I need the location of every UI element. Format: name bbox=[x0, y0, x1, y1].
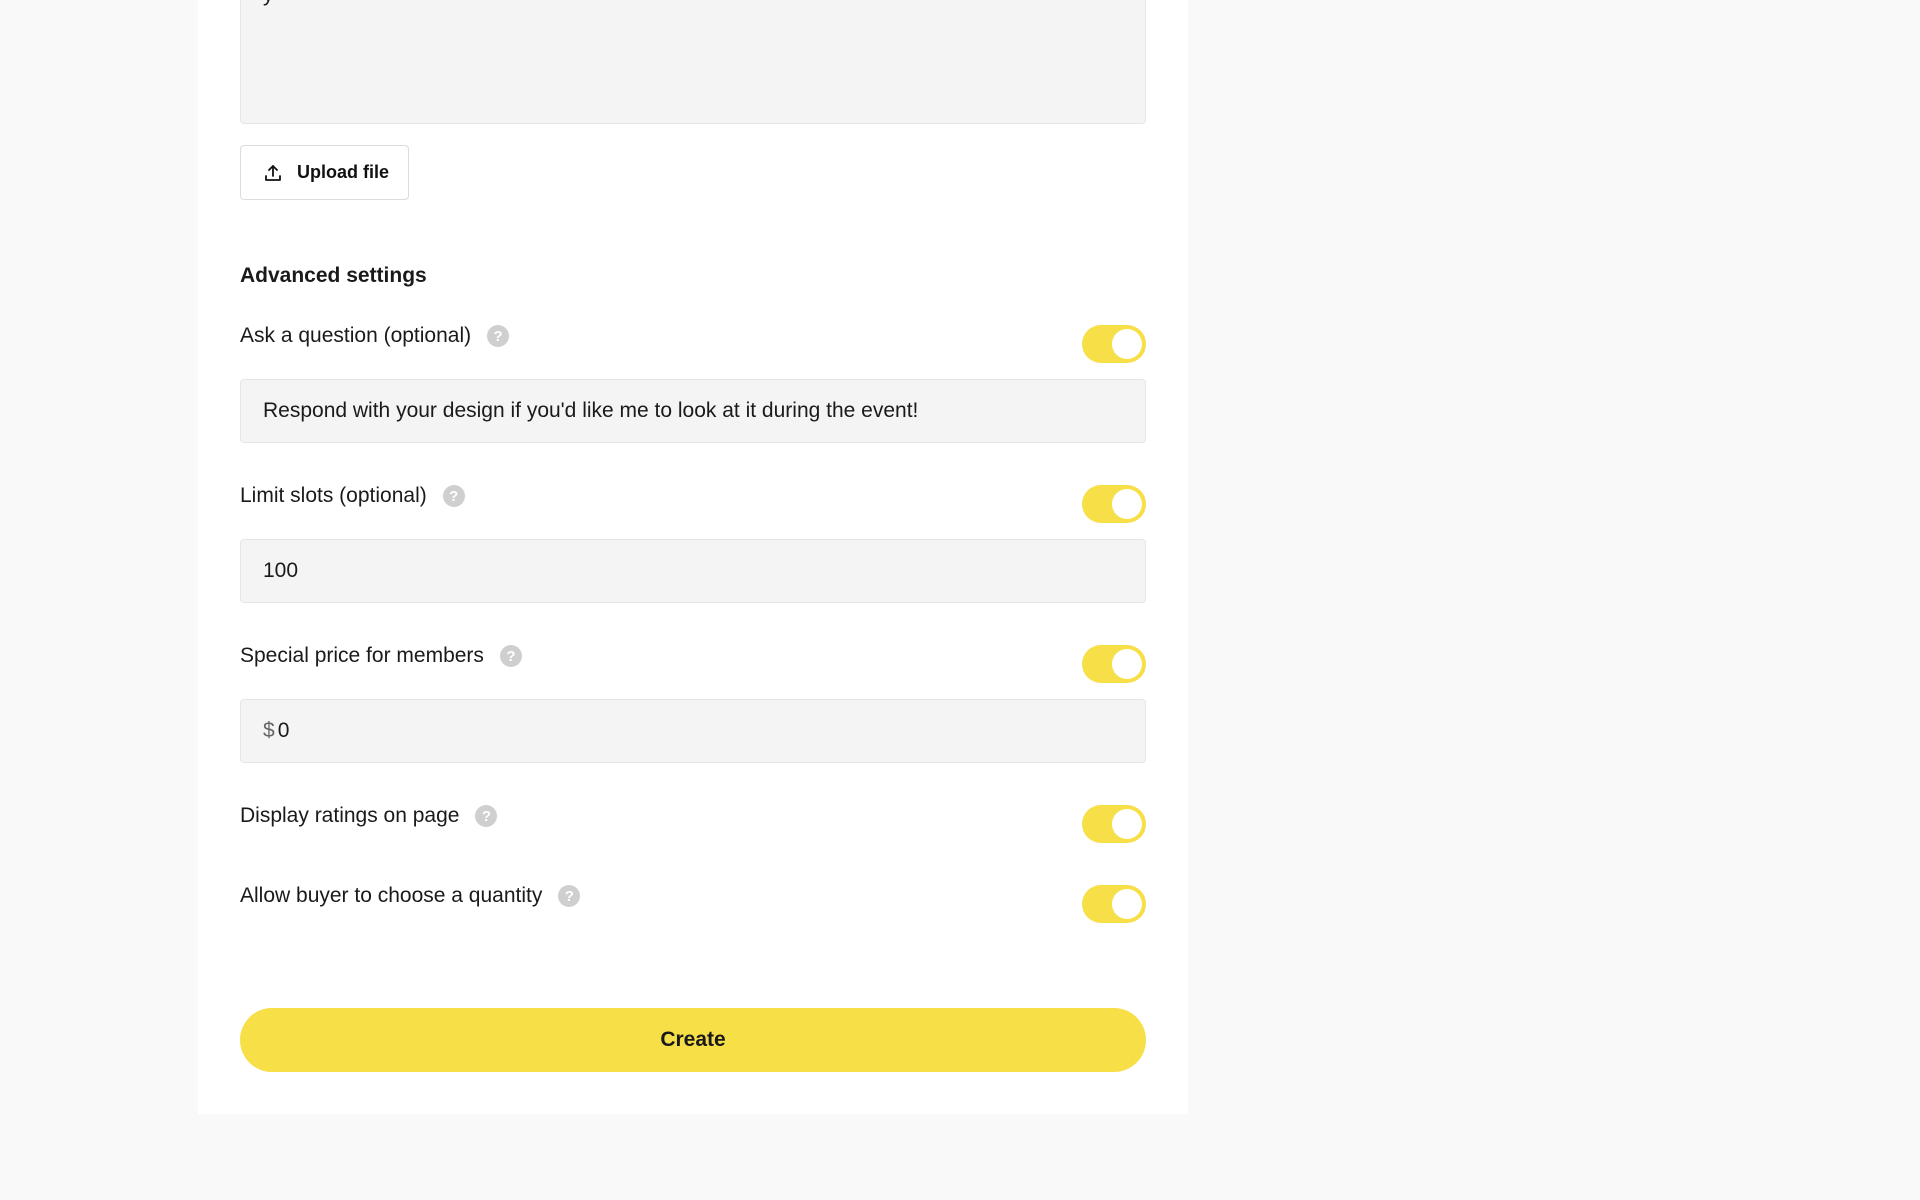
display-ratings-label: Display ratings on page bbox=[240, 804, 460, 827]
description-textarea[interactable]: y bbox=[240, 0, 1146, 124]
ask-question-row: Ask a question (optional) ? bbox=[240, 321, 510, 351]
special-price-toggle[interactable] bbox=[1082, 645, 1146, 683]
allow-quantity-label: Allow buyer to choose a quantity bbox=[240, 884, 543, 907]
help-icon[interactable]: ? bbox=[499, 645, 522, 667]
ask-question-toggle[interactable] bbox=[1082, 325, 1146, 363]
help-icon[interactable]: ? bbox=[487, 325, 510, 347]
toggle-knob bbox=[1112, 649, 1142, 679]
toggle-knob bbox=[1112, 489, 1142, 519]
limit-slots-toggle[interactable] bbox=[1082, 485, 1146, 523]
form-panel: y Upload file Advanced settings Ask a qu… bbox=[198, 0, 1188, 1114]
limit-slots-label: Limit slots (optional) bbox=[240, 484, 427, 507]
toggle-knob bbox=[1112, 889, 1142, 919]
limit-slots-row: Limit slots (optional) ? bbox=[240, 481, 465, 511]
allow-quantity-toggle[interactable] bbox=[1082, 885, 1146, 923]
upload-file-button[interactable]: Upload file bbox=[240, 145, 409, 200]
ask-question-label: Ask a question (optional) bbox=[240, 324, 472, 347]
create-button[interactable]: Create bbox=[240, 1008, 1146, 1072]
special-price-label: Special price for members bbox=[240, 644, 484, 667]
ask-question-input[interactable]: Respond with your design if you'd like m… bbox=[240, 379, 1146, 443]
help-icon[interactable]: ? bbox=[442, 485, 465, 507]
limit-slots-input[interactable]: 100 bbox=[240, 539, 1146, 603]
currency-prefix: $ bbox=[263, 719, 275, 742]
description-text: y bbox=[263, 0, 274, 7]
help-icon[interactable]: ? bbox=[558, 885, 581, 907]
upload-icon bbox=[265, 164, 281, 181]
special-price-value: 0 bbox=[277, 719, 290, 742]
display-ratings-toggle[interactable] bbox=[1082, 805, 1146, 843]
display-ratings-row: Display ratings on page ? bbox=[240, 801, 498, 831]
advanced-settings-heading: Advanced settings bbox=[240, 264, 427, 287]
special-price-input[interactable]: $ 0 bbox=[240, 699, 1146, 763]
toggle-knob bbox=[1112, 809, 1142, 839]
help-icon[interactable]: ? bbox=[475, 805, 498, 827]
ask-question-value: Respond with your design if you'd like m… bbox=[263, 399, 919, 422]
allow-quantity-row: Allow buyer to choose a quantity ? bbox=[240, 881, 581, 911]
special-price-row: Special price for members ? bbox=[240, 641, 522, 671]
toggle-knob bbox=[1112, 329, 1142, 359]
upload-file-label: Upload file bbox=[297, 162, 390, 182]
limit-slots-value: 100 bbox=[263, 559, 299, 582]
